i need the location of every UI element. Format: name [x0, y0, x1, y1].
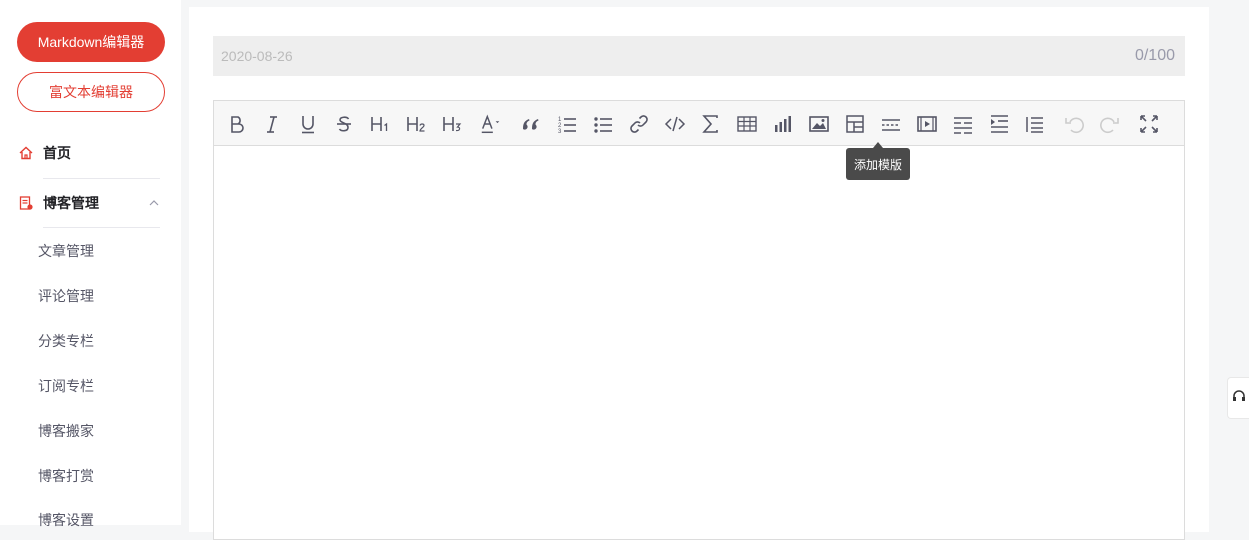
svg-text:3: 3	[558, 129, 562, 135]
heading3-icon[interactable]	[440, 112, 464, 136]
bold-icon[interactable]	[225, 112, 249, 136]
sidebar-subitem-comments[interactable]: 评论管理	[38, 286, 94, 306]
markdown-editor-button[interactable]: Markdown编辑器	[17, 22, 165, 62]
table-icon[interactable]	[735, 112, 759, 136]
horizontal-rule-icon[interactable]	[879, 112, 903, 136]
divider	[43, 227, 160, 228]
home-icon	[18, 145, 34, 161]
text-color-icon[interactable]	[479, 112, 503, 136]
sidebar-item-home[interactable]: 首页	[18, 136, 168, 170]
heading1-icon[interactable]	[368, 112, 392, 136]
code-icon[interactable]	[663, 112, 687, 136]
richtext-editor-button[interactable]: 富文本编辑器	[17, 72, 165, 112]
editor: 123 添加模版	[213, 100, 1185, 540]
editor-toolbar: 123	[214, 101, 1184, 146]
chevron-up-icon	[148, 196, 160, 208]
link-icon[interactable]	[627, 112, 651, 136]
editor-content-area[interactable]	[214, 146, 1184, 539]
heading2-icon[interactable]	[404, 112, 428, 136]
ordered-list-icon[interactable]: 123	[555, 112, 579, 136]
unordered-list-icon[interactable]	[591, 112, 615, 136]
italic-icon[interactable]	[260, 112, 284, 136]
quote-icon[interactable]	[519, 112, 543, 136]
title-bar: 0/100	[213, 36, 1185, 76]
headset-icon	[1231, 388, 1247, 409]
divider	[43, 178, 160, 179]
char-counter: 0/100	[1134, 47, 1175, 64]
underline-icon[interactable]	[296, 112, 320, 136]
strikethrough-icon[interactable]	[332, 112, 356, 136]
toc-icon[interactable]	[951, 112, 975, 136]
sidebar-subitem-settings[interactable]: 博客设置	[38, 510, 94, 530]
title-input[interactable]	[221, 46, 1021, 66]
image-icon[interactable]	[807, 112, 831, 136]
sidebar: Markdown编辑器 富文本编辑器 首页 博客管理 文章管理 评论管理 分类专…	[0, 0, 181, 528]
sidebar-item-label: 首页	[43, 145, 71, 161]
blog-doc-icon	[18, 195, 34, 211]
outdent-icon[interactable]	[1023, 112, 1047, 136]
chart-icon[interactable]	[771, 112, 795, 136]
sidebar-item-blog-management[interactable]: 博客管理	[18, 186, 164, 220]
sidebar-subitem-subscriptions[interactable]: 订阅专栏	[38, 376, 94, 396]
undo-icon[interactable]	[1062, 112, 1086, 136]
template-icon[interactable]	[843, 112, 867, 136]
main-panel: 0/100	[189, 7, 1209, 540]
sidebar-subitem-reward[interactable]: 博客打赏	[38, 466, 94, 486]
sidebar-subitem-categories[interactable]: 分类专栏	[38, 331, 94, 351]
customer-service-button[interactable]	[1227, 377, 1249, 419]
formula-icon[interactable]	[699, 112, 723, 136]
sidebar-item-label: 博客管理	[43, 195, 99, 211]
sidebar-subitem-articles[interactable]: 文章管理	[38, 241, 94, 261]
fullscreen-icon[interactable]	[1137, 112, 1161, 136]
sidebar-subitem-blog-move[interactable]: 博客搬家	[38, 421, 94, 441]
redo-icon[interactable]	[1098, 112, 1122, 136]
indent-icon[interactable]	[987, 112, 1011, 136]
video-icon[interactable]	[915, 112, 939, 136]
